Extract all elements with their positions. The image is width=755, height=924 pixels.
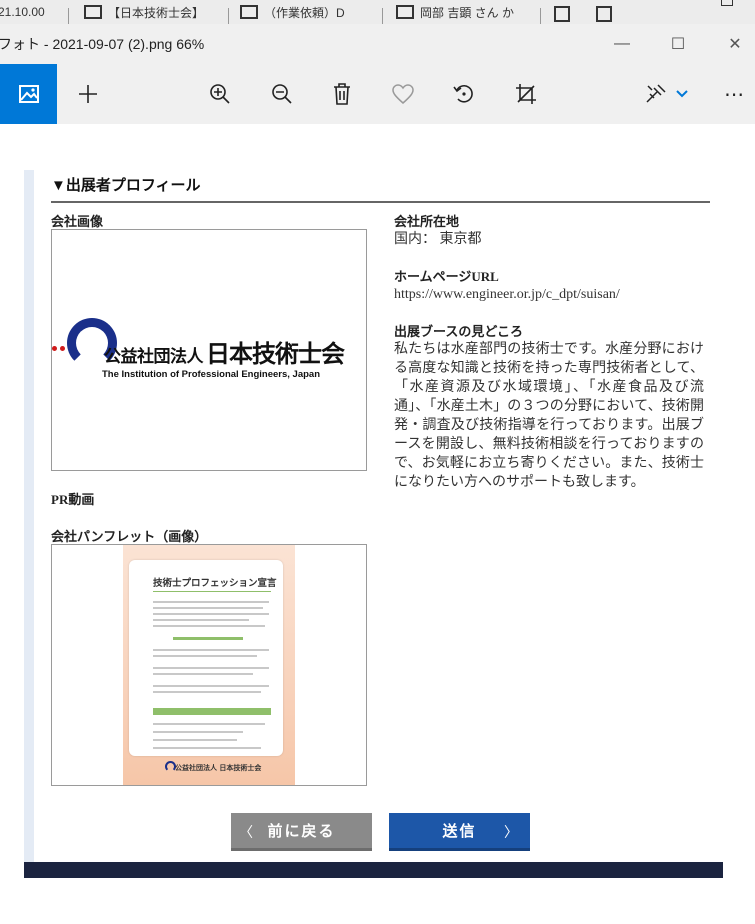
pamphlet-title: 技術士プロフェッション宣言 (153, 578, 277, 589)
logo-english-name: The Institution of Professional Engineer… (102, 369, 321, 380)
crop-icon (516, 84, 536, 104)
view-photo-button[interactable] (0, 64, 57, 124)
company-image-label: 会社画像 (51, 214, 104, 229)
pamphlet-image: 技術士プロフェッション宣言 公益社団法人 日本技術士会 (51, 544, 367, 786)
add-button[interactable] (66, 64, 110, 124)
tab-label: 岡部 吉顕 さん か (420, 5, 515, 20)
rotate-icon (453, 84, 473, 103)
tab-item[interactable]: 岡部 吉顕 さん か (396, 0, 536, 24)
pamphlet-label: 会社パンフレット（画像） (51, 529, 208, 544)
minimize-icon: — (614, 35, 630, 52)
pamphlet-text-line (153, 601, 269, 603)
pamphlet-text-line (153, 613, 269, 615)
favorite-button[interactable] (381, 64, 425, 124)
send-button-label: 送信 (442, 824, 477, 840)
tab-separator (228, 8, 229, 24)
close-icon: ✕ (728, 36, 742, 53)
homepage-label: ホームページURL (394, 269, 499, 284)
edit-create-button[interactable] (634, 64, 698, 124)
taskbar-tabstrip: (21.10.00 【日本技術士会】 （作業依頼）D 岡部 吉顕 さん か (0, 0, 755, 24)
image-icon (18, 85, 39, 103)
mail-icon (84, 5, 102, 19)
close-button[interactable]: ✕ (710, 24, 755, 64)
pamphlet-text-line (153, 673, 253, 675)
trash-icon (334, 83, 350, 105)
company-logo: 公益社団法人 日本技術士会 The Institution of Profess… (52, 318, 366, 384)
booth-highlights-label: 出展ブースの見どころ (394, 324, 523, 339)
tab-item[interactable]: （作業依頼）D (240, 0, 380, 24)
tab-separator (382, 8, 383, 24)
mail-icon (240, 5, 258, 19)
window-title: フォト - 2021-09-07 (2).png 66% (0, 36, 205, 52)
crop-button[interactable] (504, 64, 548, 124)
pamphlet-green-bar (153, 708, 271, 715)
tab-item[interactable]: (21.10.00 (0, 0, 64, 24)
maximize-button[interactable]: ☐ (653, 24, 703, 64)
plus-icon (79, 85, 97, 103)
pamphlet-text-line (153, 723, 265, 725)
zoom-out-button[interactable] (260, 64, 304, 124)
tab-separator (68, 8, 69, 24)
pamphlet-text-line (153, 667, 269, 669)
homepage-link[interactable]: https://www.engineer.or.jp/c_dpt/suisan/ (394, 285, 620, 304)
photos-commandbar: ⋯ (0, 64, 755, 124)
minimize-button[interactable]: — (597, 24, 647, 64)
pamphlet-text-line (153, 619, 249, 621)
delete-button[interactable] (320, 64, 364, 124)
page-sidebar-strip (24, 170, 34, 878)
pamphlet-footer: 公益社団法人 日本技術士会 (175, 764, 262, 772)
heart-icon (392, 84, 414, 104)
booth-highlights-text: 私たちは水産部門の技術士です。水産分野における高度な知識と技術を持った専門技術者… (394, 342, 704, 490)
pamphlet-text-line (153, 685, 269, 687)
pamphlet-text-line (153, 691, 261, 693)
pamphlet-card (129, 560, 283, 756)
calendar-icon[interactable] (554, 6, 570, 22)
pamphlet-page: 技術士プロフェッション宣言 公益社団法人 日本技術士会 (123, 545, 295, 785)
zoom-in-button[interactable] (198, 64, 242, 124)
chevron-down-icon (676, 90, 688, 98)
chevron-right-icon: 〉 (504, 825, 520, 841)
tab-item[interactable]: 【日本技術士会】 (84, 0, 226, 24)
pamphlet-text-line (153, 739, 237, 741)
back-button[interactable]: 〈 前に戻る (231, 813, 372, 851)
pamphlet-text-line (153, 625, 265, 627)
photo-content: ▼出展者プロフィール 会社画像 公益社団法人 日本技術士会 The Instit… (0, 124, 755, 924)
pamphlet-text-line (153, 607, 263, 609)
zoom-in-icon (210, 84, 230, 104)
tab-label: 【日本技術士会】 (108, 5, 205, 20)
send-button[interactable]: 送信 〉 (389, 813, 530, 851)
section-title: ▼出展者プロフィール (51, 178, 201, 194)
rotate-button[interactable] (442, 64, 486, 124)
pr-video-label: PR動画 (51, 492, 95, 507)
pamphlet-title-rule (153, 591, 271, 592)
maximize-icon: ☐ (670, 36, 686, 53)
pamphlet-text-line (153, 655, 257, 657)
restore-icon[interactable] (721, 0, 733, 6)
window-titlebar: フォト - 2021-09-07 (2).png 66% — ☐ ✕ (0, 24, 755, 64)
location-label: 会社所在地 (394, 214, 460, 229)
zoom-out-icon (272, 84, 292, 104)
pamphlet-text-line (153, 731, 243, 733)
edit-draw-icon (646, 84, 666, 103)
back-button-label: 前に戻る (267, 824, 336, 840)
location-value: 国内： 東京都 (394, 232, 482, 247)
pamphlet-green-heading (173, 637, 243, 640)
company-image: 公益社団法人 日本技術士会 The Institution of Profess… (51, 229, 367, 471)
pamphlet-text-line (153, 649, 269, 651)
tab-separator (540, 8, 541, 24)
section-divider (51, 201, 710, 203)
mail-icon (396, 5, 414, 19)
logo-org-type: 公益社団法人 (104, 347, 204, 367)
more-icon: ⋯ (724, 83, 744, 106)
logo-org-name: 日本技術士会 (206, 340, 345, 368)
spreadsheet-icon[interactable] (596, 6, 612, 22)
tab-label: （作業依頼）D (264, 5, 345, 20)
chevron-left-icon: 〈 (239, 825, 255, 841)
page-footer-band (24, 862, 723, 878)
tab-label: (21.10.00 (0, 5, 45, 19)
pamphlet-text-line (153, 747, 261, 749)
more-button[interactable]: ⋯ (712, 64, 755, 124)
